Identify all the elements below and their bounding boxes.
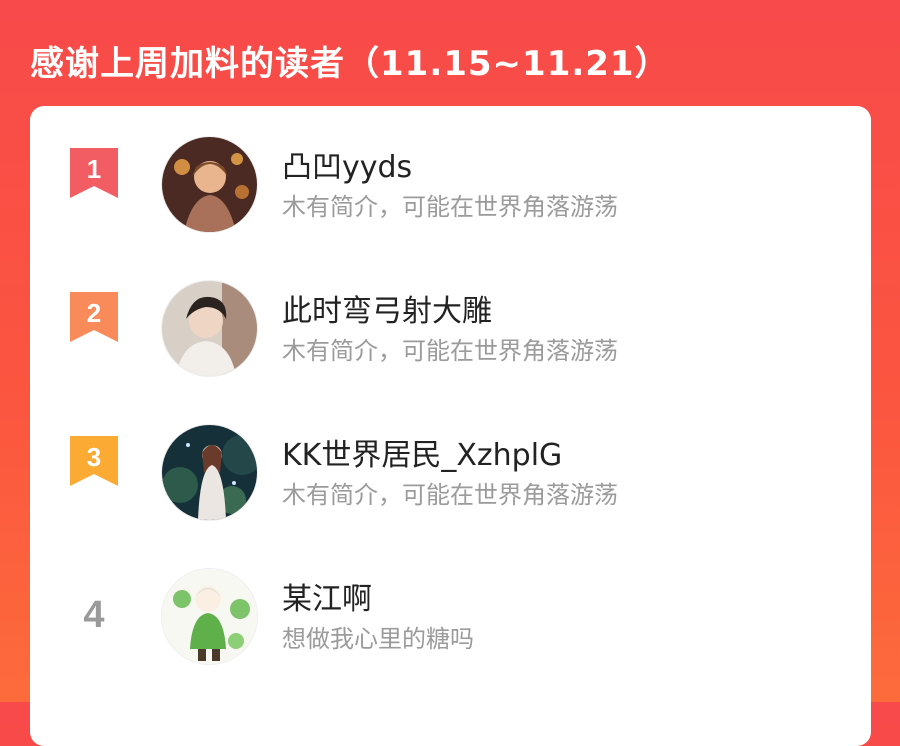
reader-name[interactable]: 某江啊 <box>282 574 372 618</box>
reader-bio: 木有简介，可能在世界角落游荡 <box>282 337 618 365</box>
reader-row-2[interactable]: 2 此时弯弓射大雕 木有简介，可能在世界角落游荡 <box>30 280 871 380</box>
reader-row-1[interactable]: 1 凸凹yyds 木有简介，可能在世界角落游荡 <box>30 136 871 236</box>
reader-row-3[interactable]: 3 KK世界居民_XzhplG 木有简介，可能在世界角落游荡 <box>30 424 871 524</box>
rank-number: 3 <box>86 442 102 472</box>
rank-number: 1 <box>86 154 102 184</box>
reader-row-4[interactable]: 4 某江啊 想做我心里的糖吗 <box>30 568 871 668</box>
avatar-lantern-boy[interactable] <box>161 136 258 233</box>
rank-ribbon-icon: 3 <box>70 436 118 486</box>
reader-list-card: 1 凸凹yyds 木有简介，可能在世界角落游荡 2 此时弯弓射大雕 木有简介，可… <box>30 106 871 746</box>
reader-bio: 想做我心里的糖吗 <box>282 625 474 653</box>
reader-name[interactable]: 此时弯弓射大雕 <box>282 286 492 330</box>
rank-ribbon-icon: 2 <box>70 292 118 342</box>
reader-bio: 木有简介，可能在世界角落游荡 <box>282 481 618 509</box>
rank-ribbon-icon: 1 <box>70 148 118 198</box>
avatar-clover-character[interactable] <box>161 568 258 665</box>
page-title: 感谢上周加料的读者（11.15~11.21） <box>30 44 670 84</box>
rank-number: 2 <box>86 298 102 328</box>
rank-number: 4 <box>83 594 105 636</box>
reader-name[interactable]: KK世界居民_XzhplG <box>282 430 562 474</box>
reader-name[interactable]: 凸凹yyds <box>282 142 412 186</box>
reader-bio: 木有简介，可能在世界角落游荡 <box>282 193 618 221</box>
avatar-portrait-boy[interactable] <box>161 280 258 377</box>
avatar-forest-girl[interactable] <box>161 424 258 521</box>
